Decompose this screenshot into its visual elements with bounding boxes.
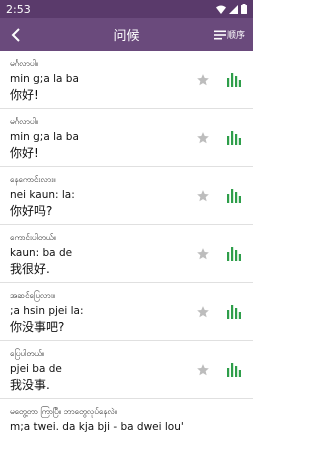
phrase-item[interactable]: မတွေ့တာ ကြာပြီ။ ဘာတွေလုပ်နေလဲ။ m;a twei.… [0, 399, 253, 450]
myanmar-text: မတွေ့တာ ကြာပြီ။ ဘာတွေလုပ်နေလဲ။ [10, 407, 118, 416]
chinese-text: 你好吗? [10, 204, 53, 218]
romanization-text: m;a twei. da kja bji - ba dwei lou' [10, 421, 184, 433]
status-bar: 2:53 [0, 0, 253, 18]
status-icons [216, 4, 247, 14]
romanization-text: nei kaun: la: [10, 189, 75, 201]
phrase-item[interactable]: မင်္ဂလာပါ။ min g;a la ba 你好! [0, 109, 253, 167]
audio-bars-icon[interactable] [227, 131, 241, 145]
audio-bars-icon[interactable] [227, 305, 241, 319]
chinese-text: 我没事. [10, 378, 50, 392]
audio-bars-icon[interactable] [227, 363, 241, 377]
romanization-text: min g;a la ba [10, 73, 79, 85]
sort-icon [213, 30, 226, 39]
phrase-item[interactable]: အဆင်ပြေလား။ ;a hsin pjei la: 你没事吧? [0, 283, 253, 341]
order-label: 顺序 [226, 31, 245, 41]
audio-bars-icon[interactable] [227, 189, 241, 203]
phrase-item[interactable]: ကောင်းပါတယ်။ kaun: ba de 我很好. [0, 225, 253, 283]
romanization-text: kaun: ba de [10, 247, 73, 259]
romanization-text: pjei ba de [10, 363, 62, 375]
signal-icon [229, 4, 238, 14]
myanmar-text: ကောင်းပါတယ်။ [10, 233, 56, 242]
myanmar-text: ပြေပါတယ်။ [10, 349, 45, 358]
back-button[interactable] [2, 18, 30, 51]
wifi-icon [216, 5, 226, 14]
audio-bars-icon[interactable] [227, 247, 241, 261]
app-bar: 问候 顺序 [0, 18, 253, 51]
chinese-text: 你好! [10, 88, 39, 102]
star-icon[interactable] [196, 189, 210, 203]
chinese-text: 你好! [10, 146, 39, 160]
order-button[interactable]: 顺序 [213, 18, 245, 51]
star-icon[interactable] [196, 131, 210, 145]
phrase-item[interactable]: နေကောင်းလား။ nei kaun: la: 你好吗? [0, 167, 253, 225]
phrase-item[interactable]: မင်္ဂလာပါ။ min g;a la ba 你好! [0, 51, 253, 109]
myanmar-text: အဆင်ပြေလား။ [10, 291, 56, 300]
star-icon[interactable] [196, 305, 210, 319]
star-icon[interactable] [196, 363, 210, 377]
chinese-text: 我很好. [10, 262, 50, 276]
chevron-left-icon [11, 27, 20, 42]
battery-icon [241, 4, 247, 14]
status-time: 2:53 [6, 2, 31, 16]
myanmar-text: နေကောင်းလား။ [10, 175, 56, 184]
chinese-text: 你没事吧? [10, 320, 65, 334]
phrase-item[interactable]: ပြေပါတယ်။ pjei ba de 我没事. [0, 341, 253, 399]
star-icon[interactable] [196, 73, 210, 87]
romanization-text: min g;a la ba [10, 131, 79, 143]
star-icon[interactable] [196, 247, 210, 261]
phrase-list: မင်္ဂလာပါ။ min g;a la ba 你好! မင်္ဂလာပါ။ … [0, 51, 253, 450]
romanization-text: ;a hsin pjei la: [10, 305, 84, 317]
myanmar-text: မင်္ဂလာပါ။ [10, 59, 39, 68]
myanmar-text: မင်္ဂလာပါ။ [10, 117, 39, 126]
audio-bars-icon[interactable] [227, 73, 241, 87]
